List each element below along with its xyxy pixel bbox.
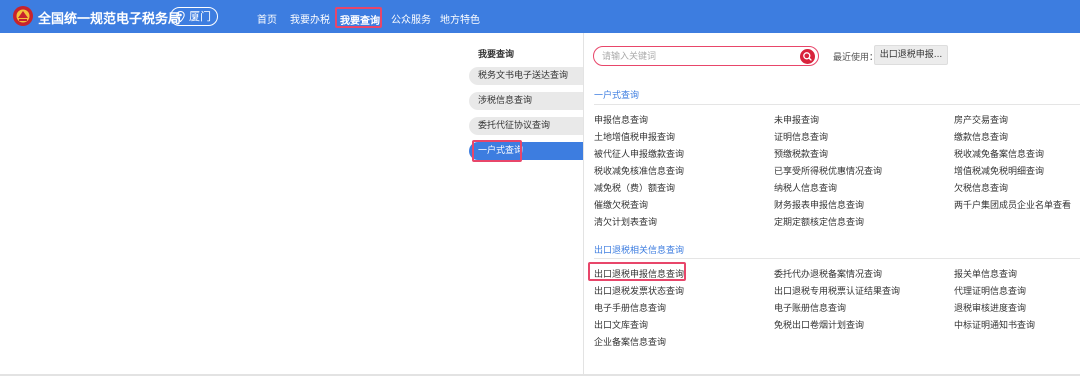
sidebar-item-agency-agreement[interactable]: 委托代征协议查询 [469,117,583,135]
nav-home[interactable]: 首页 [257,11,277,26]
query-link[interactable]: 电子手册信息查询 [594,301,666,314]
nav-query-label: 我要查询 [340,16,380,27]
section-divider [594,104,1080,105]
query-link[interactable]: 缴款信息查询 [954,130,1008,143]
city-selector[interactable]: 厦门 [170,7,218,26]
search-box [593,46,819,66]
query-link[interactable]: 免税出口卷烟计划查询 [774,318,864,331]
nav-public-service[interactable]: 公众服务 [391,11,431,26]
query-link[interactable]: 土地增值税申报查询 [594,130,675,143]
query-link[interactable]: 房产交易查询 [954,113,1008,126]
query-link[interactable]: 财务报表申报信息查询 [774,198,864,211]
search-icon [803,52,812,61]
query-link[interactable]: 欠税信息查询 [954,181,1008,194]
query-link[interactable]: 已享受所得税优惠情况查询 [774,164,882,177]
query-link[interactable]: 出口文库查询 [594,318,648,331]
section-divider [594,258,1080,259]
recent-used-label: 最近使用： [833,53,879,63]
query-link[interactable]: 未申报查询 [774,113,819,126]
search-input[interactable] [602,50,792,63]
query-link[interactable]: 税收减免备案信息查询 [954,147,1044,160]
query-link[interactable]: 出口退税专用税票认证结果查询 [774,284,900,297]
top-nav-bar: 全国统一规范电子税务局 厦门 首页 我要办税 我要查询 公众服务 地方特色 [0,0,1080,33]
section-title-export-rebate: 出口退税相关信息查询 [594,246,685,256]
query-link[interactable]: 税收减免核准信息查询 [594,164,684,177]
tax-emblem-icon[interactable] [12,5,34,27]
nav-local-features[interactable]: 地方特色 [440,11,480,26]
query-link-export-rebate-declaration[interactable]: 出口退税申报信息查询 [594,267,684,280]
query-link[interactable]: 退税审核进度查询 [954,301,1026,314]
sidebar-title: 我要查询 [478,50,515,60]
query-link[interactable]: 报关单信息查询 [954,267,1017,280]
nav-query[interactable]: 我要查询 [335,7,382,28]
nav-tax-handling[interactable]: 我要办税 [290,11,330,26]
query-link[interactable]: 委托代办退税备案情况查询 [774,267,882,280]
sidebar-item-tax-info[interactable]: 涉税信息查询 [469,92,583,110]
query-link[interactable]: 被代征人申报缴款查询 [594,147,684,160]
query-link[interactable]: 预缴税款查询 [774,147,828,160]
query-link[interactable]: 出口退税发票状态查询 [594,284,684,297]
section-title-one-stop: 一户式查询 [594,91,640,101]
query-link[interactable]: 减免税（费）额查询 [594,181,675,194]
query-link[interactable]: 纳税人信息查询 [774,181,837,194]
query-link[interactable]: 定期定额核定信息查询 [774,215,864,228]
query-link[interactable]: 申报信息查询 [594,113,648,126]
query-link[interactable]: 两千户集团成员企业名单查看 [954,198,1071,211]
query-link[interactable]: 清欠计划表查询 [594,215,657,228]
query-link[interactable]: 中标证明通知书查询 [954,318,1035,331]
site-title[interactable]: 全国统一规范电子税务局 [38,8,181,27]
column-divider [583,33,584,376]
query-link[interactable]: 增值税减免税明细查询 [954,164,1044,177]
query-link[interactable]: 催缴欠税查询 [594,198,648,211]
city-label: 厦门 [189,10,211,23]
location-pin-icon [176,11,185,22]
query-link[interactable]: 企业备案信息查询 [594,335,666,348]
recent-item-button[interactable]: 出口退税申报... [874,45,948,65]
query-link[interactable]: 代理证明信息查询 [954,284,1026,297]
sidebar-item-one-stop-query[interactable]: 一户式查询 [469,142,583,160]
sidebar-item-e-document-delivery[interactable]: 税务文书电子送达查询 [469,67,583,85]
query-link[interactable]: 证明信息查询 [774,130,828,143]
query-link[interactable]: 电子账册信息查询 [774,301,846,314]
search-button[interactable] [800,49,815,64]
